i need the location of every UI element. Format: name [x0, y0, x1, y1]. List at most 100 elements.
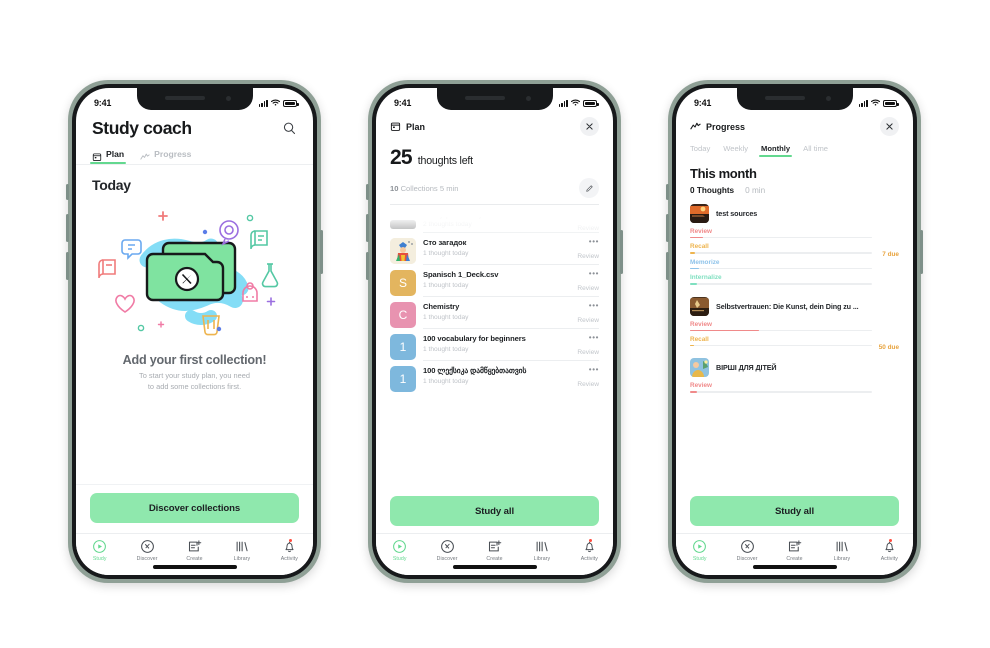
close-icon	[886, 123, 893, 130]
progress-track	[690, 344, 872, 347]
status-time: 9:41	[694, 98, 712, 108]
empty-sub-line-1: To start your study plan, you need	[139, 371, 250, 380]
nav-item-study[interactable]: Study	[676, 539, 723, 562]
phone-mockup-3: 9:41 Progress Today Weekly Monthly All t…	[666, 80, 923, 583]
tab-progress[interactable]: Progress	[140, 149, 191, 164]
tab-progress-label: Progress	[154, 149, 192, 159]
collection-header: test sources	[690, 204, 899, 223]
table-row[interactable]: Study plan today 2 thoughts today ••• Re…	[390, 205, 599, 232]
nav-item-library[interactable]: Library	[818, 539, 865, 562]
row-action-label[interactable]: Review	[577, 317, 599, 324]
close-button[interactable]	[880, 117, 899, 136]
nav-item-activity[interactable]: Activity	[866, 539, 913, 562]
search-icon[interactable]	[282, 121, 297, 136]
close-button[interactable]	[580, 117, 599, 136]
collection-avatar: 1	[390, 334, 416, 361]
nav-item-study[interactable]: Study	[376, 539, 423, 562]
row-subtitle: 1 thought today	[423, 377, 469, 385]
nav-label-library: Library	[533, 556, 551, 562]
discover-collections-button[interactable]: Discover collections	[90, 493, 299, 523]
nav-item-discover[interactable]: Discover	[423, 539, 470, 562]
table-row[interactable]: Сто загадок 1 thought today ••• Review	[390, 233, 599, 265]
tab-today[interactable]: Today	[690, 144, 710, 157]
nav-item-discover[interactable]: Discover	[723, 539, 770, 562]
home-indicator	[452, 565, 537, 569]
row-title: 100 vocabulary for beginners	[423, 334, 526, 344]
progress-fill	[690, 267, 700, 270]
row-action-label[interactable]: Review	[577, 381, 599, 388]
tab-weekly[interactable]: Weekly	[723, 144, 748, 157]
study-all-button[interactable]: Study all	[390, 496, 599, 526]
play-circle-icon	[692, 539, 707, 554]
modal-title-label: Plan	[406, 121, 426, 132]
row-subtitle: 1 thought today	[423, 281, 469, 289]
nav-label-library: Library	[233, 556, 251, 562]
row-more-button[interactable]: •••	[589, 366, 599, 374]
plan-rows: Study plan today 2 thoughts today ••• Re…	[376, 205, 613, 393]
row-action-label[interactable]: Review	[577, 349, 599, 356]
nav-label-study: Study	[92, 556, 107, 562]
nav-label-create: Create	[486, 556, 503, 562]
edit-plan-button[interactable]	[579, 178, 599, 198]
nav-item-activity[interactable]: Activity	[266, 539, 313, 562]
row-content: Study plan today 2 thoughts today	[423, 210, 550, 232]
nav-item-study[interactable]: Study	[76, 539, 123, 562]
row-more-button[interactable]: •••	[589, 210, 599, 218]
row-action-label[interactable]: Review	[577, 285, 599, 292]
phone3-cta-container: Study all	[676, 491, 913, 533]
nav-label-discover: Discover	[736, 556, 758, 562]
row-action-label[interactable]: Review	[577, 253, 599, 260]
period-stats: 0 Thoughts 0 min	[676, 181, 913, 195]
note-plus-icon	[787, 539, 802, 554]
row-more-button[interactable]: •••	[589, 302, 599, 310]
progress-collection[interactable]: Selbstvertrauen: Die Kunst, dein Ding zu…	[676, 296, 913, 352]
tab-plan[interactable]: Plan	[89, 149, 127, 164]
phone3-volume-up	[666, 214, 669, 242]
progress-track	[690, 391, 872, 393]
progress-fill	[690, 391, 698, 393]
row-more-button[interactable]: •••	[589, 270, 599, 278]
nav-item-library[interactable]: Library	[518, 539, 565, 562]
phone2-bezel: 9:41 Plan 25 thoughts left 10 Collection…	[372, 84, 617, 579]
front-camera	[225, 96, 231, 101]
nav-item-create[interactable]: Create	[171, 539, 218, 562]
table-row[interactable]: C Chemistry 1 thought today ••• Review	[390, 297, 599, 329]
nav-item-library[interactable]: Library	[218, 539, 265, 562]
table-row[interactable]: 1 100 vocabulary for beginners 1 thought…	[390, 329, 599, 361]
progress-bars: Review Recall 7 due Memorize Internalize	[690, 228, 899, 290]
row-action-label[interactable]: Review	[577, 225, 599, 232]
nav-item-create[interactable]: Create	[471, 539, 518, 562]
row-title: Spanisch 1_Deck.csv	[423, 270, 499, 280]
row-more-button[interactable]: •••	[589, 334, 599, 342]
plan-collection-list[interactable]: Study plan today 2 thoughts today ••• Re…	[376, 205, 613, 393]
tab-all-time[interactable]: All time	[803, 144, 828, 157]
progress-label-memorize: Memorize	[690, 258, 720, 266]
progress-collection[interactable]: ВІРШІ ДЛЯ ДІТЕЙ Review	[676, 358, 913, 397]
battery-icon	[883, 99, 899, 107]
table-row[interactable]: S Spanisch 1_Deck.csv 1 thought today ••…	[390, 265, 599, 297]
cellular-signal-icon	[858, 99, 868, 107]
collection-header: Selbstvertrauen: Die Kunst, dein Ding zu…	[690, 296, 899, 316]
collections-word: Collections	[400, 183, 438, 193]
progress-collection[interactable]: test sources Review Recall 7 due Memoriz…	[676, 204, 913, 290]
phone2-modal-header: Plan	[376, 112, 613, 136]
due-count-badge: 7 due	[882, 251, 899, 259]
avatar-letter: 1	[399, 372, 407, 387]
nav-label-discover: Discover	[136, 556, 158, 562]
wifi-icon	[271, 99, 280, 108]
table-row[interactable]: 1 100 ლექსიკა დამწყებთათვის 1 thought to…	[390, 361, 599, 393]
phone1-cta-container: Discover collections	[76, 484, 313, 533]
progress-label-review: Review	[690, 320, 713, 328]
nav-item-discover[interactable]: Discover	[123, 539, 170, 562]
row-more-button[interactable]: •••	[589, 238, 599, 246]
phone2-notch	[436, 88, 553, 110]
nav-item-activity[interactable]: Activity	[566, 539, 613, 562]
nav-item-create[interactable]: Create	[771, 539, 818, 562]
wifi-icon	[571, 99, 580, 108]
progress-fill	[690, 283, 698, 285]
phone2-cta-container: Study all	[376, 491, 613, 533]
tab-monthly[interactable]: Monthly	[759, 144, 793, 157]
study-all-button[interactable]: Study all	[690, 496, 899, 526]
phone3-power-button	[920, 230, 923, 274]
plan-meta-row: 10 Collections 5 min	[376, 178, 613, 198]
